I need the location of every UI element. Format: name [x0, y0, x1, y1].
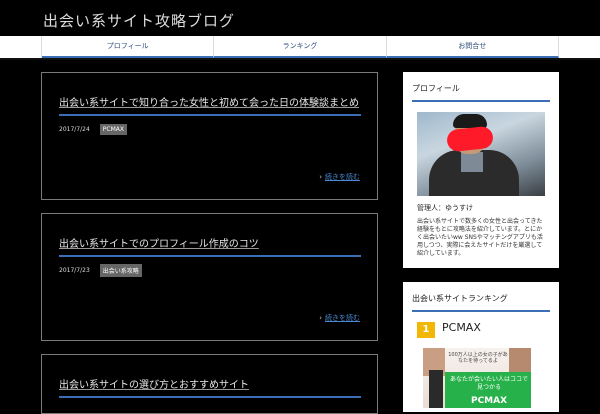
post-date: 2017/7/23 [59, 266, 90, 274]
post-card: 出会い系サイトの選び方とおすすめサイト [41, 354, 378, 414]
chevron-right-icon: › [319, 314, 322, 322]
post-title[interactable]: 出会い系サイトの選び方とおすすめサイト [59, 376, 361, 398]
banner-logo: PCMAX [470, 396, 508, 406]
avatar-collar [461, 152, 483, 172]
post-title[interactable]: 出会い系サイトで知り合った女性と初めて会った日の体験談まとめ [59, 94, 361, 116]
banner-catchphrase: あなたが会いたい人はココで見つかる [449, 376, 528, 391]
read-more-link[interactable]: › 続きを読む [319, 172, 360, 182]
read-more-label: 続きを読む [325, 173, 360, 181]
site-title[interactable]: 出会い系サイト攻略ブログ [43, 10, 235, 31]
nav-divider [0, 58, 600, 60]
nav-inner: プロフィール ランキング お問合せ [41, 36, 559, 58]
post-title[interactable]: 出会い系サイトでのプロフィール作成のコツ [59, 235, 361, 257]
profile-name: 管理人：ゆうすけ [417, 204, 473, 212]
read-more-link[interactable]: › 続きを読む [319, 313, 360, 323]
chevron-right-icon: › [319, 173, 322, 181]
post-card: 出会い系サイトでのプロフィール作成のコツ 2017/7/23 出会い系攻略 › 続… [41, 213, 378, 341]
site-header: 出会い系サイト攻略ブログ [0, 0, 600, 36]
ranking-widget: 出会い系サイトランキング 1 PCMAX 100万人以上の女の子があなたを待って… [403, 282, 559, 412]
rank-badge: 1 [417, 322, 435, 338]
post-card: 出会い系サイトで知り合った女性と初めて会った日の体験談まとめ 2017/7/24… [41, 72, 378, 200]
post-meta: 2017/7/24 PCMAX [59, 123, 127, 135]
profile-widget: プロフィール 管理人：ゆうすけ 出会い系サイトで数多くの女性と出会ってきた経験を… [403, 72, 559, 268]
read-more-label: 続きを読む [325, 314, 360, 322]
rank-site-name[interactable]: PCMAX [442, 321, 481, 334]
nav-item-profile[interactable]: プロフィール [42, 36, 215, 58]
global-nav: プロフィール ランキング お問合せ [0, 36, 600, 58]
widget-title: プロフィール [412, 83, 550, 102]
post-meta: 2017/7/23 出会い系攻略 [59, 263, 142, 277]
avatar [417, 112, 545, 196]
banner-tagline: 100万人以上の女の子があなたを待ってるよ [448, 352, 508, 364]
profile-text: 出会い系サイトで数多くの女性と出会ってきた経験をもとに攻略法を紹介しています。と… [417, 218, 543, 257]
pcmax-banner[interactable]: 100万人以上の女の子があなたを待ってるよ あなたが会いたい人はココで見つかる … [423, 348, 531, 408]
widget-title: 出会い系サイトランキング [412, 293, 550, 312]
category-badge[interactable]: PCMAX [99, 123, 127, 135]
phone-icon [429, 370, 443, 408]
category-badge[interactable]: 出会い系攻略 [99, 263, 142, 277]
nav-item-contact[interactable]: お問合せ [386, 36, 559, 58]
face-redaction [445, 125, 495, 153]
post-date: 2017/7/24 [59, 125, 90, 133]
nav-item-ranking[interactable]: ランキング [214, 36, 387, 58]
